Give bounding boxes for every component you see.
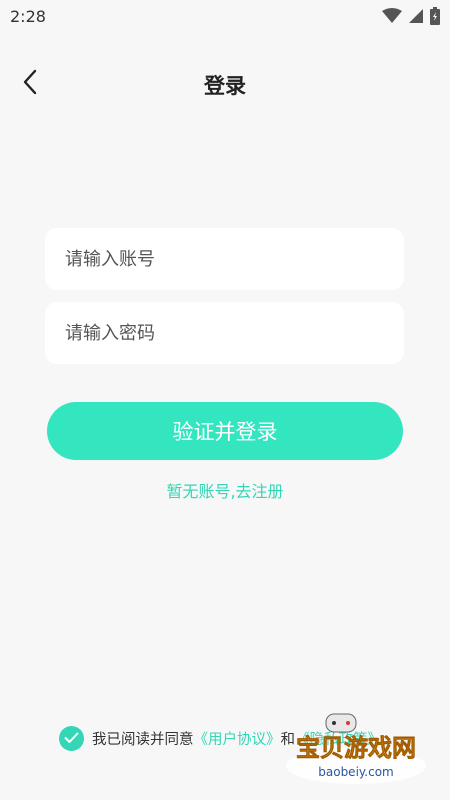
page-title: 登录 [204,74,246,98]
status-time: 2:28 [10,6,46,26]
register-link[interactable]: 暂无账号,去注册 [0,478,450,502]
account-field-container [45,228,404,290]
status-bar: 2:28 [0,0,450,32]
account-input[interactable] [45,228,404,290]
nav-bar: 登录 [0,62,450,102]
agreement-prefix: 我已阅读并同意 [92,731,194,748]
check-icon [64,732,79,743]
watermark-domain: baobeiy.com [318,765,393,779]
password-field-container [45,302,404,364]
agree-checkbox[interactable] [59,725,84,751]
signal-icon [409,9,423,23]
login-button[interactable]: 验证并登录 [47,402,403,460]
battery-icon [430,7,440,25]
wifi-icon [382,8,402,23]
privacy-policy-link[interactable]: 《隐私政策》 [295,728,382,749]
user-agreement-link[interactable]: 《用户协议》 [194,728,281,749]
agreement-row: 我已阅读并同意 《用户协议》 和 《隐私政策》 [59,725,382,751]
password-input[interactable] [45,302,404,364]
agreement-conjunction: 和 [280,731,296,748]
status-icons [382,7,440,25]
